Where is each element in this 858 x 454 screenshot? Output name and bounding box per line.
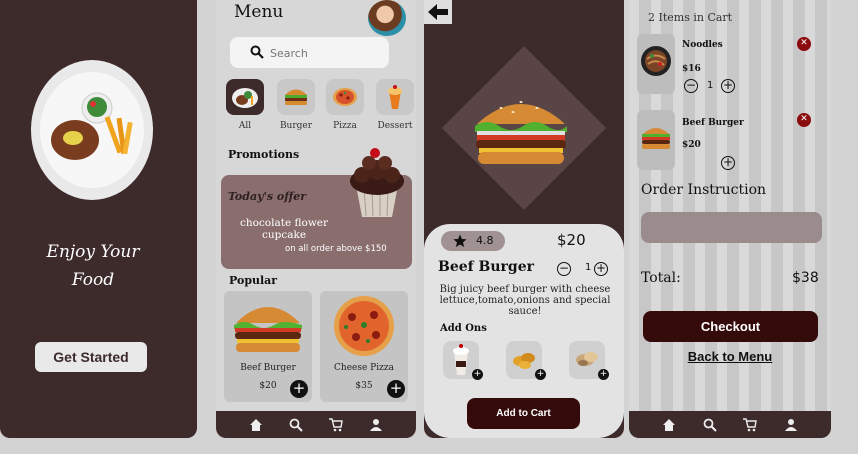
add-button[interactable]: + [387,380,405,398]
rating-value: 4.8 [476,234,494,247]
addon-milkshake[interactable]: + [443,341,483,380]
addon-nuggets[interactable]: + [506,341,546,380]
cart-item-price: $16 [682,64,701,74]
pizza-image [334,296,394,356]
back-to-menu-link[interactable]: Back to Menu [629,349,831,364]
offer-item: chocolate flower cupcake [239,217,329,241]
cart-item-name: Beef Burger [682,118,744,128]
category-label: All [238,121,252,131]
cart-icon[interactable] [329,417,343,432]
cart-icon[interactable] [743,417,758,432]
search-icon [250,45,264,59]
addons-heading: Add Ons [440,323,487,334]
user-icon[interactable] [784,418,798,432]
search-input[interactable] [270,43,380,63]
page-title: Menu [234,2,284,22]
popular-item-card[interactable]: Cheese Pizza $35 + [320,291,408,402]
bottom-nav [216,411,416,438]
search-icon[interactable] [289,418,303,432]
category-all[interactable]: All [225,79,265,131]
menu-screen: Menu All Burger Pizza Dessert Promotions [216,0,416,438]
category-pizza[interactable]: Pizza [325,79,365,131]
cart-item-price: $20 [682,140,701,150]
user-icon[interactable] [369,418,383,432]
pizza-icon [326,79,364,115]
tagline-line-1: Enjoy Your [46,242,140,262]
search-icon[interactable] [703,418,717,432]
plus-icon[interactable]: + [721,79,735,93]
promotions-heading: Promotions [228,148,300,161]
close-icon[interactable]: ✕ [797,37,811,51]
addon-pastry[interactable]: + [569,341,609,380]
plus-icon[interactable]: + [598,369,609,380]
cart-count: 2 Items in Cart [648,11,733,24]
minus-icon[interactable]: − [557,262,571,276]
total-label: Total: [641,270,681,286]
plus-icon[interactable]: + [721,156,735,170]
quantity-value: 1 [585,262,592,273]
cupcake-image [350,148,404,217]
product-description: Big juicy beef burger with cheese lettuc… [439,284,611,317]
category-all-icon [226,79,264,115]
plus-icon[interactable]: + [472,369,483,380]
add-to-cart-button[interactable]: Add to Cart [467,398,580,429]
plus-icon[interactable]: + [594,262,608,276]
cart-item-image [637,34,675,94]
steak-plate-image [31,60,153,200]
burger-image [475,101,567,164]
splash-screen: Enjoy Your Food Get Started [0,0,197,438]
offer-condition: on all order above $150 [285,244,387,254]
order-instruction-label: Order Instruction [641,182,767,198]
burger-icon [277,79,315,115]
popular-item-name: Beef Burger [240,363,296,373]
category-label: Pizza [333,121,357,131]
popular-heading: Popular [229,274,278,287]
popular-item-name: Cheese Pizza [334,363,394,373]
bottom-nav [629,411,831,438]
home-icon[interactable] [249,418,263,432]
star-icon [453,234,467,247]
product-name: Beef Burger [438,259,535,275]
popular-item-card[interactable]: Beef Burger $20 + [224,291,312,402]
cart-item-quantity: 1 [707,80,714,91]
plus-icon[interactable]: + [535,369,546,380]
cart-item-image [637,110,675,170]
category-label: Burger [279,121,313,131]
offer-title: Today's offer [228,190,307,203]
cart-item-name: Noodles [682,40,723,50]
total-value: $38 [792,270,819,286]
category-burger[interactable]: Burger [276,79,316,131]
home-icon[interactable] [662,418,676,432]
tagline-line-2: Food [71,270,115,290]
cart-screen: 2 Items in Cart Noodles $16 − 1 + ✕ Beef… [629,0,831,438]
add-button[interactable]: + [290,380,308,398]
close-icon[interactable]: ✕ [797,113,811,127]
dessert-icon [376,79,414,115]
checkout-button[interactable]: Checkout [643,311,818,342]
tagline: Enjoy Your Food [0,238,186,294]
category-dessert[interactable]: Dessert [375,79,415,131]
burger-image [234,307,302,352]
product-price: $20 [557,231,586,249]
product-detail-screen: 4.8 $20 Beef Burger − 1 + Big juicy beef… [424,0,624,438]
back-arrow-icon[interactable] [424,0,452,24]
category-label: Dessert [377,121,413,131]
avatar[interactable] [368,0,406,36]
search-bar[interactable] [230,37,389,68]
get-started-button[interactable]: Get Started [35,342,147,372]
rating-badge: 4.8 [441,231,505,251]
order-instruction-field[interactable] [641,212,822,243]
minus-icon[interactable]: − [684,79,698,93]
